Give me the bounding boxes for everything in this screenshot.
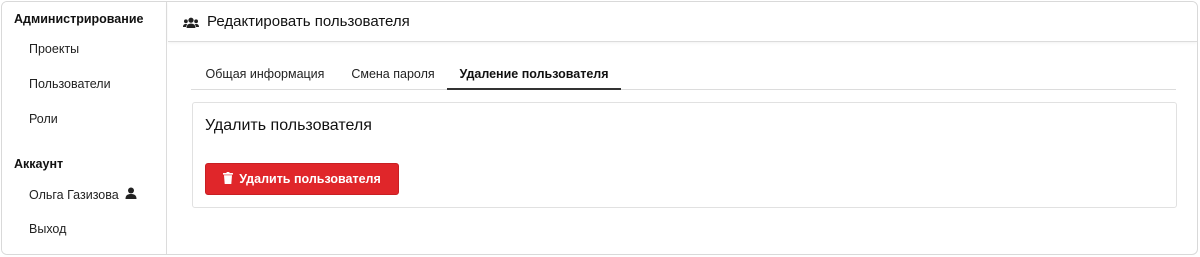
sidebar-item-roles[interactable]: Роли	[29, 112, 58, 126]
sidebar-item-label: Пользователи	[29, 77, 111, 91]
sidebar-item-label: Выход	[29, 222, 67, 236]
sidebar-item-logout[interactable]: Выход	[29, 222, 66, 236]
page-title: Редактировать пользователя	[207, 13, 410, 30]
tab-delete-user[interactable]: Удаление пользователя	[447, 62, 621, 90]
tab-bar: Общая информация Смена пароля Удаление п…	[191, 62, 1176, 90]
page-header: Редактировать пользователя	[168, 2, 1197, 42]
tab-general-info[interactable]: Общая информация	[191, 62, 339, 90]
delete-user-card: Удалить пользователя Удалить пользовател…	[192, 102, 1177, 208]
sidebar-item-projects[interactable]: Проекты	[29, 42, 79, 56]
sidebar-item-label: Роли	[29, 112, 58, 126]
delete-user-button-label: Удалить пользователя	[239, 172, 381, 186]
user-icon	[125, 187, 137, 202]
delete-user-button[interactable]: Удалить пользователя	[205, 163, 399, 195]
users-icon	[183, 16, 199, 28]
card-title: Удалить пользователя	[205, 117, 372, 134]
sidebar-heading-account: Аккаунт	[14, 157, 64, 171]
sidebar-item-users[interactable]: Пользователи	[29, 77, 111, 91]
sidebar-heading-admin: Администрирование	[14, 12, 144, 26]
page-title-wrap: Редактировать пользователя	[183, 13, 410, 30]
sidebar-item-label: Ольга Газизова	[29, 187, 119, 202]
trash-icon	[223, 171, 234, 187]
sidebar-item-profile[interactable]: Ольга Газизова	[29, 187, 137, 202]
sidebar-item-label: Проекты	[29, 42, 80, 56]
sidebar: Администрирование Проекты Пользователи Р…	[2, 2, 167, 254]
app-window: Администрирование Проекты Пользователи Р…	[1, 1, 1198, 255]
tab-change-password[interactable]: Смена пароля	[341, 62, 445, 90]
